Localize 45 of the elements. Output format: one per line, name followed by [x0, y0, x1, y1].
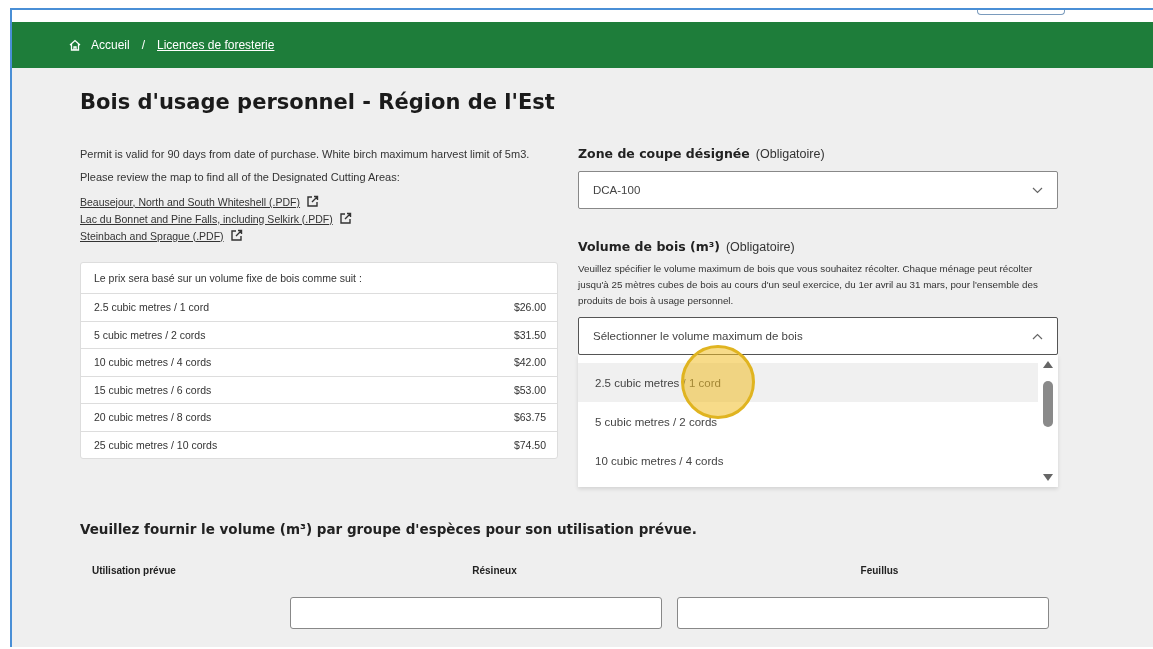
- table-cell: $53.00: [513, 383, 546, 396]
- volume-select[interactable]: Sélectionner le volume maximum de bois: [578, 317, 1058, 355]
- table-cell: 20 cubic metres / 8 cords: [94, 411, 212, 424]
- input-field[interactable]: [677, 597, 1049, 629]
- input-field[interactable]: [290, 597, 662, 629]
- section-heading: Veuillez fournir le volume (m³) par groupe d'espèces pour son utilisation prévue.: [80, 521, 698, 537]
- external-link-icon: [229, 229, 243, 242]
- column-header: Résineux: [472, 565, 517, 576]
- table-cell: 25 cubic metres / 10 cords: [94, 438, 218, 451]
- external-link-icon: [338, 212, 352, 225]
- help-text: Veuillez spécifier le volume maximum de bois que vous souhaitez récolter. Chaque ménage peut récolter jusqu'à 25 mètres cubes de bois au cours d'un seul exercice, du 1er avril au 31 mars, pour l'ensemble des produits de bois à usage personnel.: [578, 262, 1039, 308]
- partial-button[interactable]: [977, 10, 1065, 15]
- field-label: Volume de bois (m³): [578, 239, 720, 254]
- page-title: Bois d'usage personnel - Région de l'Est: [80, 90, 556, 114]
- chevron-down-icon: [1032, 186, 1043, 194]
- breadcrumb-separator: /: [141, 38, 146, 52]
- table-cell: 10 cubic metres / 4 cords: [94, 356, 212, 369]
- scroll-down-icon[interactable]: [1043, 474, 1053, 481]
- table-caption: Le prix sera basé sur un volume fixe de bois comme suit :: [94, 272, 362, 284]
- intro-text: Please review the map to find all of the Designated Cutting Areas:: [80, 170, 401, 185]
- intro-text: Permit is valid for 90 days from date of purchase. White birch maximum harvest limit of 5m3.: [80, 147, 531, 162]
- field-label: Zone de coupe désignée: [578, 146, 750, 161]
- chevron-up-icon: [1032, 332, 1043, 340]
- breadcrumb-link[interactable]: Licences de foresterie: [157, 38, 275, 52]
- external-link-icon: [306, 195, 320, 208]
- required-note: (Obligatoire): [725, 240, 795, 254]
- column-header: Utilisation prévue: [92, 565, 176, 576]
- breadcrumb-link[interactable]: Accueil: [91, 38, 130, 52]
- pdf-link[interactable]: Lac du Bonnet and Pine Falls, including Selkirk (.PDF): [80, 212, 333, 225]
- table-cell: $74.50: [513, 438, 546, 451]
- table-cell: $63.75: [513, 411, 546, 424]
- pdf-link[interactable]: Beausejour, North and South Whiteshell (.PDF): [80, 195, 301, 208]
- table-cell: 15 cubic metres / 6 cords: [94, 383, 212, 396]
- table-cell: $31.50: [513, 328, 546, 341]
- pdf-link[interactable]: Steinbach and Sprague (.PDF): [80, 229, 224, 242]
- required-note: (Obligatoire): [755, 147, 825, 161]
- table-cell: 5 cubic metres / 2 cords: [94, 328, 206, 341]
- table-cell: $42.00: [513, 356, 546, 369]
- table-cell: 2.5 cubic metres / 1 cord: [94, 301, 209, 314]
- scroll-thumb[interactable]: [1043, 381, 1053, 427]
- home-icon: [69, 39, 81, 51]
- table-cell: $26.00: [513, 301, 546, 314]
- scroll-up-icon[interactable]: [1043, 361, 1053, 368]
- column-header: Feuillus: [860, 565, 899, 576]
- zone-select[interactable]: DCA-100: [578, 171, 1058, 209]
